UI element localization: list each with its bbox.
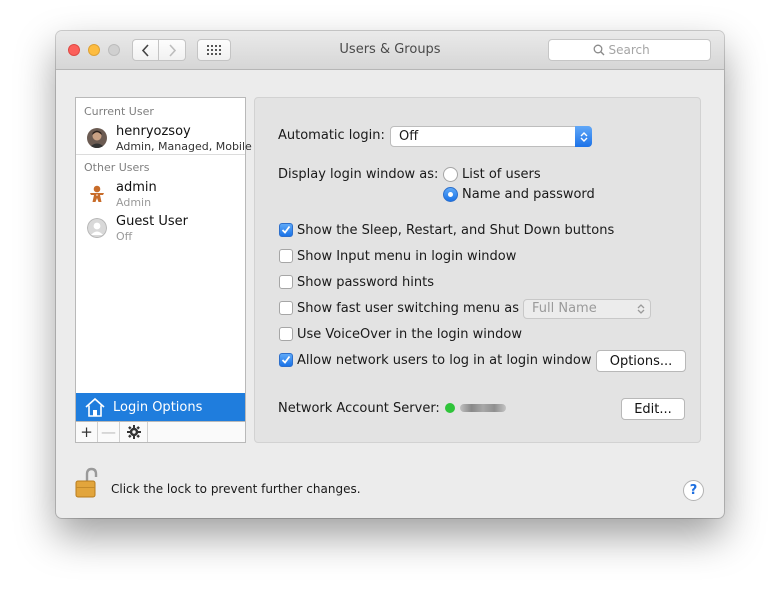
user-row-admin[interactable]: admin Admin [76, 176, 245, 210]
checkbox-use-voiceover[interactable] [279, 327, 293, 341]
help-button[interactable]: ? [683, 480, 704, 501]
checkbox-show-input-menu[interactable] [279, 249, 293, 263]
checkbox-label: Show fast user switching menu as [297, 301, 519, 316]
radio-list-of-users[interactable] [443, 167, 458, 182]
checkmark-icon [281, 225, 291, 234]
search-input[interactable] [608, 43, 667, 57]
sidebar-toolbar: + — [76, 421, 245, 442]
other-users-header: Other Users [84, 161, 150, 174]
zoom-window-button[interactable] [108, 44, 120, 56]
users-groups-window: Users & Groups Current User henryozsoy A… [56, 31, 724, 518]
automatic-login-popup[interactable]: Off [390, 126, 592, 147]
user-row-henryozsoy[interactable]: henryozsoy Admin, Managed, Mobile [76, 120, 252, 154]
lock-open-icon [75, 467, 98, 498]
fast-switch-popup[interactable]: Full Name [523, 299, 651, 319]
lock-button[interactable] [74, 467, 100, 499]
gear-icon [126, 425, 141, 439]
house-icon [85, 397, 105, 417]
edit-button[interactable]: Edit... [621, 398, 685, 420]
checkbox-label: Show Input menu in login window [297, 249, 517, 264]
updown-arrows-icon [575, 126, 592, 147]
options-button[interactable]: Options... [596, 350, 686, 372]
checkbox-allow-network-users[interactable] [279, 353, 293, 367]
network-status-dot [445, 403, 455, 413]
checkbox-label: Show password hints [297, 275, 435, 290]
forward-button[interactable] [159, 39, 186, 61]
display-login-label: Display login window as: [278, 167, 439, 182]
gingerbread-avatar [87, 184, 107, 204]
radio-name-and-password[interactable] [443, 187, 458, 202]
current-user-header: Current User [84, 105, 154, 118]
checkbox-show-password-hints[interactable] [279, 275, 293, 289]
user-detail: Admin, Managed, Mobile [116, 140, 252, 153]
close-window-button[interactable] [68, 44, 80, 56]
fast-switch-value: Full Name [532, 301, 597, 316]
back-button[interactable] [132, 39, 159, 61]
login-options-label: Login Options [113, 400, 203, 415]
minimize-window-button[interactable] [88, 44, 100, 56]
user-detail: Admin [116, 196, 152, 209]
user-name: Guest User [116, 214, 188, 229]
automatic-login-value: Off [399, 129, 419, 144]
user-name: henryozsoy [116, 124, 191, 139]
lock-message: Click the lock to prevent further change… [111, 482, 361, 496]
automatic-login-label: Automatic login: [278, 128, 385, 143]
title-bar: Users & Groups [56, 31, 724, 70]
network-server-value [460, 404, 506, 412]
grid-icon [207, 45, 221, 55]
checkbox-show-sleep-restart[interactable] [279, 223, 293, 237]
network-server-label: Network Account Server: [278, 401, 440, 416]
radio-name-and-password-label: Name and password [462, 187, 595, 202]
checkbox-label: Show the Sleep, Restart, and Shut Down b… [297, 223, 615, 238]
checkbox-label: Use VoiceOver in the login window [297, 327, 522, 342]
user-name: admin [116, 180, 157, 195]
checkmark-icon [281, 355, 291, 364]
user-photo-avatar [87, 128, 107, 148]
search-field[interactable] [548, 39, 711, 61]
guest-silhouette-avatar [87, 218, 107, 238]
search-icon [593, 44, 604, 56]
sidebar-divider [76, 154, 245, 155]
show-all-button[interactable] [197, 39, 231, 61]
chevron-right-icon [168, 43, 176, 57]
add-user-button[interactable]: + [76, 422, 98, 442]
user-row-guest[interactable]: Guest User Off [76, 210, 245, 244]
chevron-left-icon [141, 43, 149, 57]
checkbox-label: Allow network users to log in at login w… [297, 353, 592, 368]
login-options-panel: Automatic login: Off Display login windo… [254, 97, 701, 443]
users-sidebar: Current User henryozsoy Admin, Managed, … [75, 97, 252, 443]
user-detail: Off [116, 230, 133, 243]
radio-list-of-users-label: List of users [462, 167, 541, 182]
window-title: Users & Groups [339, 42, 441, 57]
remove-user-button[interactable]: — [98, 422, 120, 442]
updown-arrows-icon [637, 304, 645, 314]
action-menu-button[interactable] [120, 422, 148, 442]
checkbox-fast-user-switching[interactable] [279, 301, 293, 315]
login-options-item[interactable]: Login Options [76, 393, 245, 421]
